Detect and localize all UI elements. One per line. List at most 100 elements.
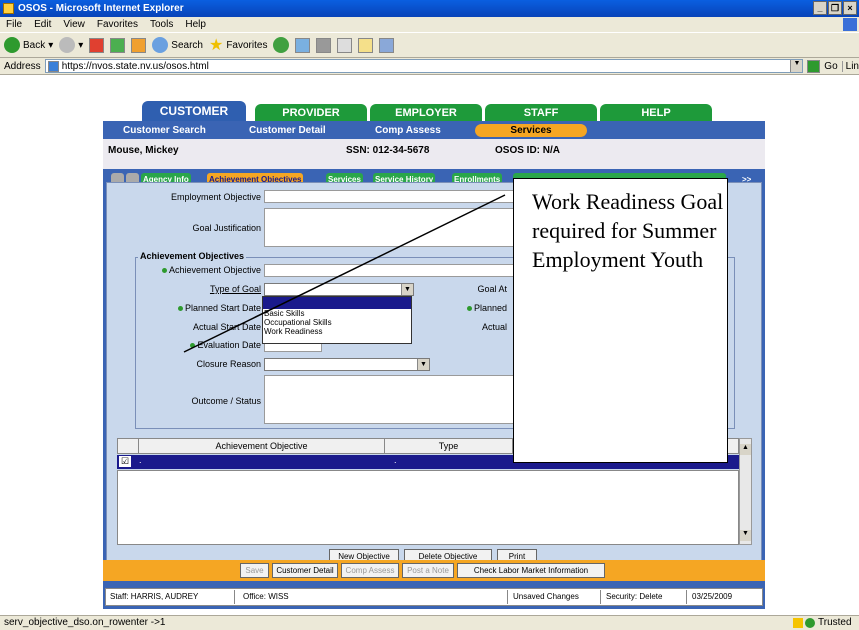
comp-assess-button[interactable]: Comp Assess bbox=[341, 563, 399, 578]
tab-staff[interactable]: STAFF bbox=[485, 104, 597, 122]
customer-ssn: SSN: 012-34-5678 bbox=[346, 145, 430, 156]
actual-start-date-label: Actual Start Date bbox=[192, 322, 261, 332]
close-button[interactable]: × bbox=[843, 1, 857, 15]
subnav-comp-assess[interactable]: Comp Assess bbox=[375, 122, 441, 139]
required-dot-icon bbox=[177, 306, 183, 312]
url-field[interactable]: https://nvos.state.nv.us/osos.html ▼ bbox=[44, 59, 804, 73]
refresh-icon[interactable] bbox=[110, 37, 126, 53]
grid-body bbox=[117, 470, 739, 545]
col-achievement-objective[interactable]: Achievement Objective bbox=[138, 439, 385, 453]
goal-option-basic-skills[interactable]: Basic Skills bbox=[263, 309, 411, 318]
menu-help[interactable]: Help bbox=[185, 17, 206, 32]
search-button[interactable]: Search bbox=[152, 35, 203, 55]
planned-start-date-label: Planned Start Date bbox=[184, 303, 261, 313]
type-of-goal-label[interactable]: Type of Goal bbox=[107, 284, 261, 294]
edit-icon[interactable] bbox=[337, 37, 353, 53]
osos-id: OSOS ID: N/A bbox=[495, 145, 561, 156]
tab-provider[interactable]: PROVIDER bbox=[255, 104, 367, 122]
callout-text: Work Readiness Goal required for Summer … bbox=[532, 189, 724, 272]
star-icon: ★ bbox=[208, 37, 224, 54]
history-icon[interactable] bbox=[295, 37, 311, 53]
go-arrow-icon[interactable] bbox=[807, 59, 821, 73]
status-bar: serv_objective_dso.on_rowenter ->1 Trust… bbox=[0, 615, 859, 630]
page-icon bbox=[47, 60, 59, 72]
home-icon[interactable] bbox=[131, 37, 147, 53]
grid-scrollbar[interactable]: ▲ ▼ bbox=[739, 438, 752, 545]
back-arrow-icon bbox=[4, 37, 20, 53]
scroll-down-icon[interactable]: ▼ bbox=[740, 530, 751, 541]
media-icon[interactable] bbox=[273, 37, 290, 53]
messenger-icon[interactable] bbox=[379, 37, 395, 53]
lock-icon bbox=[793, 618, 803, 628]
col-type[interactable]: Type bbox=[385, 439, 513, 453]
stop-icon[interactable] bbox=[89, 37, 105, 53]
type-of-goal-select[interactable]: ▼ bbox=[264, 283, 414, 296]
zone-label: Trusted sites bbox=[818, 617, 852, 628]
customer-info-bar: Mouse, Mickey SSN: 012-34-5678 OSOS ID: … bbox=[103, 139, 765, 169]
goal-option-work-readiness[interactable]: Work Readiness bbox=[263, 327, 411, 336]
save-button[interactable]: Save bbox=[240, 563, 269, 578]
achievement-objective-field[interactable] bbox=[264, 264, 524, 277]
outcome-status-field[interactable] bbox=[264, 375, 524, 424]
row-selector-icon[interactable]: ☑ bbox=[119, 456, 131, 467]
subnav-services[interactable]: Services bbox=[475, 124, 587, 137]
window-titlebar: OSOS - Microsoft Internet Explorer _ ❐ × bbox=[0, 0, 859, 17]
subnav-customer-detail[interactable]: Customer Detail bbox=[249, 122, 326, 139]
menu-edit[interactable]: Edit bbox=[34, 17, 51, 32]
subnav-customer-search[interactable]: Customer Search bbox=[123, 122, 206, 139]
favorites-button[interactable]: ★ Favorites bbox=[209, 35, 267, 55]
menu-tools[interactable]: Tools bbox=[150, 17, 173, 32]
employment-objective-label: Employment Objective bbox=[170, 192, 261, 202]
outcome-status-label: Outcome / Status bbox=[191, 396, 261, 406]
planned-end-label: Planned bbox=[473, 303, 507, 313]
required-dot-icon bbox=[466, 306, 472, 312]
tab-employer[interactable]: EMPLOYER bbox=[370, 104, 482, 122]
goal-dropdown-list[interactable]: Basic Skills Occupational Skills Work Re… bbox=[262, 296, 412, 344]
folder-icon[interactable] bbox=[358, 37, 374, 53]
check-labor-market-button[interactable]: Check Labor Market Information bbox=[457, 563, 605, 578]
goal-justification-field[interactable] bbox=[264, 208, 524, 247]
minimize-button[interactable]: _ bbox=[813, 1, 827, 15]
achievement-objectives-heading: Achievement Objectives bbox=[138, 251, 247, 261]
chevron-down-icon: ▼ bbox=[417, 359, 429, 370]
links-label[interactable]: Lin bbox=[841, 60, 859, 72]
employment-objective-field[interactable] bbox=[264, 190, 524, 203]
tab-help[interactable]: HELP bbox=[600, 104, 712, 122]
go-button[interactable]: Go bbox=[824, 61, 837, 72]
footer-security: Security: Delete bbox=[603, 590, 687, 604]
tab-customer[interactable]: CUSTOMER bbox=[142, 101, 246, 122]
url-text: https://nvos.state.nv.us/osos.html bbox=[61, 60, 209, 72]
required-dot-icon bbox=[161, 268, 167, 274]
evaluation-date-label: Evaluation Date bbox=[197, 340, 261, 350]
menu-view[interactable]: View bbox=[63, 17, 85, 32]
customer-detail-button[interactable]: Customer Detail bbox=[272, 563, 338, 578]
evaluation-date-label-wrap: Evaluation Date bbox=[107, 340, 261, 350]
achievement-objective-label-wrap: Achievement Objective bbox=[107, 265, 261, 275]
goal-justification-label: Goal Justification bbox=[192, 223, 261, 233]
footer-staff: Staff: HARRIS, AUDREY bbox=[107, 590, 235, 604]
closure-reason-select[interactable]: ▼ bbox=[264, 358, 430, 371]
menu-file[interactable]: File bbox=[6, 17, 22, 32]
goal-option-blank[interactable] bbox=[263, 297, 411, 309]
print-icon[interactable] bbox=[316, 37, 332, 53]
customer-name: Mouse, Mickey bbox=[108, 145, 179, 156]
sub-navigation: Customer Search Customer Detail Comp Ass… bbox=[103, 122, 765, 139]
forward-arrow-icon bbox=[59, 37, 76, 53]
back-button[interactable]: Back ▾ bbox=[4, 35, 53, 55]
row-cell-type: . bbox=[394, 455, 397, 465]
menu-favorites[interactable]: Favorites bbox=[97, 17, 138, 32]
post-a-note-button[interactable]: Post a Note bbox=[402, 563, 454, 578]
menu-bar: File Edit View Favorites Tools Help bbox=[0, 17, 859, 32]
actual-end-label: Actual bbox=[481, 322, 507, 332]
search-icon bbox=[152, 37, 169, 53]
achievement-objective-label: Achievement Objective bbox=[168, 265, 261, 275]
chevron-down-icon: ▼ bbox=[401, 284, 413, 295]
url-dropdown-arrow[interactable]: ▼ bbox=[790, 60, 803, 72]
forward-button[interactable]: ▾ bbox=[59, 35, 83, 55]
scroll-up-icon[interactable]: ▲ bbox=[740, 444, 751, 455]
footer-unsaved: Unsaved Changes bbox=[510, 590, 601, 604]
footer-date: 03/25/2009 bbox=[692, 592, 733, 601]
goal-option-occupational-skills[interactable]: Occupational Skills bbox=[263, 318, 411, 327]
restore-button[interactable]: ❐ bbox=[828, 1, 842, 15]
required-dot-icon bbox=[190, 343, 196, 349]
